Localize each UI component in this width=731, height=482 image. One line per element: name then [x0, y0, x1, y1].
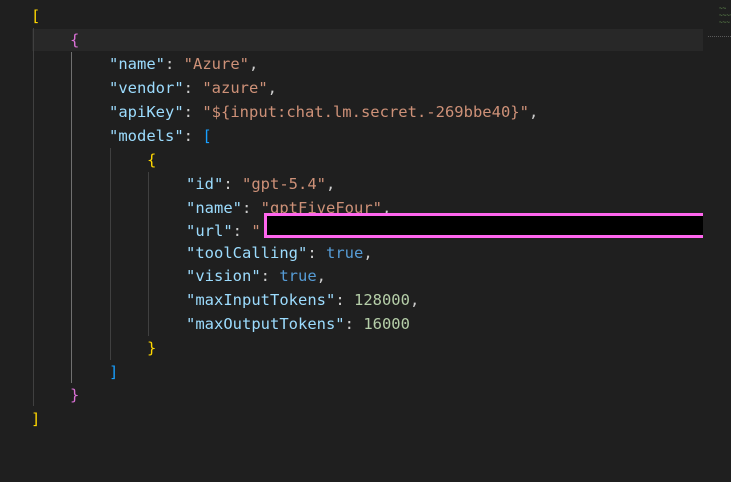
json-value-id: "gpt-5.4"	[242, 175, 326, 193]
redaction-box	[264, 213, 708, 238]
minimap-divider	[708, 36, 731, 37]
json-key-model-name: "name"	[186, 199, 242, 217]
json-key-id: "id"	[186, 175, 224, 193]
json-key-apikey: "apiKey"	[109, 103, 184, 121]
json-value-url-start: "	[251, 222, 261, 240]
code-line-5: "apiKey": "${input:chat.lm.secret.-269bb…	[109, 103, 539, 121]
code-line-16: ]	[109, 360, 118, 384]
code-line-11: "toolCalling": true,	[186, 244, 373, 262]
code-line-1: [	[31, 4, 40, 28]
json-value-vision: true	[279, 267, 317, 285]
minimap-preview: ~~ ~~~~ ~~~	[719, 5, 731, 26]
code-line-14: "maxOutputTokens": 16000	[186, 315, 410, 333]
json-key-url: "url"	[186, 222, 233, 240]
code-line-15: }	[147, 336, 156, 360]
json-value-name: "Azure"	[183, 55, 249, 73]
json-key-maxoutputtokens: "maxOutputTokens"	[186, 315, 345, 333]
minimap[interactable]: ~~ ~~~~ ~~~	[703, 0, 731, 482]
json-value-vendor: "azure"	[202, 79, 268, 97]
code-editor[interactable]: ~~~~~~~~ ~~~~~~~~~~~~~~~~~~~~~~~~~ ~~~~~…	[0, 0, 731, 482]
indent-guide	[110, 148, 111, 360]
code-line-4: "vendor": "azure",	[109, 79, 277, 97]
bracket-close-array: ]	[31, 410, 41, 428]
json-key-models: "models"	[109, 127, 184, 145]
json-key-vendor: "vendor"	[109, 79, 184, 97]
json-key-maxinputtokens: "maxInputTokens"	[186, 291, 336, 309]
code-line-3: "name": "Azure",	[109, 55, 259, 73]
code-line-6: "models": [	[109, 127, 212, 145]
bracket-open-array: [	[31, 7, 41, 25]
code-line-13: "maxInputTokens": 128000,	[186, 291, 420, 309]
bracket-open-models: [	[202, 127, 212, 145]
json-key-name: "name"	[109, 55, 165, 73]
bracket-close-models: ]	[109, 363, 119, 381]
code-line-18: ]	[31, 407, 40, 431]
code-line-10: "url": "	[186, 222, 261, 240]
json-key-toolcalling: "toolCalling"	[186, 244, 308, 262]
code-line-17: }	[70, 383, 79, 407]
brace-open-model: {	[147, 151, 157, 169]
json-value-maxoutputtokens: 16000	[363, 315, 410, 333]
code-line-8: "id": "gpt-5.4",	[186, 175, 336, 193]
json-key-vision: "vision"	[186, 267, 261, 285]
brace-close-model: }	[147, 339, 157, 357]
json-value-apikey: "${input:chat.lm.secret.-269bbe40}"	[202, 103, 529, 121]
indent-guide	[148, 172, 149, 336]
brace-open-object: {	[70, 31, 80, 49]
json-value-maxinputtokens: 128000	[353, 291, 410, 309]
code-line-12: "vision": true,	[186, 267, 326, 285]
brace-close-object: }	[70, 386, 80, 404]
code-line-7: {	[147, 148, 156, 172]
code-line-2: {	[70, 28, 79, 52]
indent-guide	[33, 28, 34, 406]
indent-guide-active	[71, 52, 72, 383]
json-value-toolcalling: true	[326, 244, 364, 262]
current-line-highlight	[32, 29, 703, 51]
